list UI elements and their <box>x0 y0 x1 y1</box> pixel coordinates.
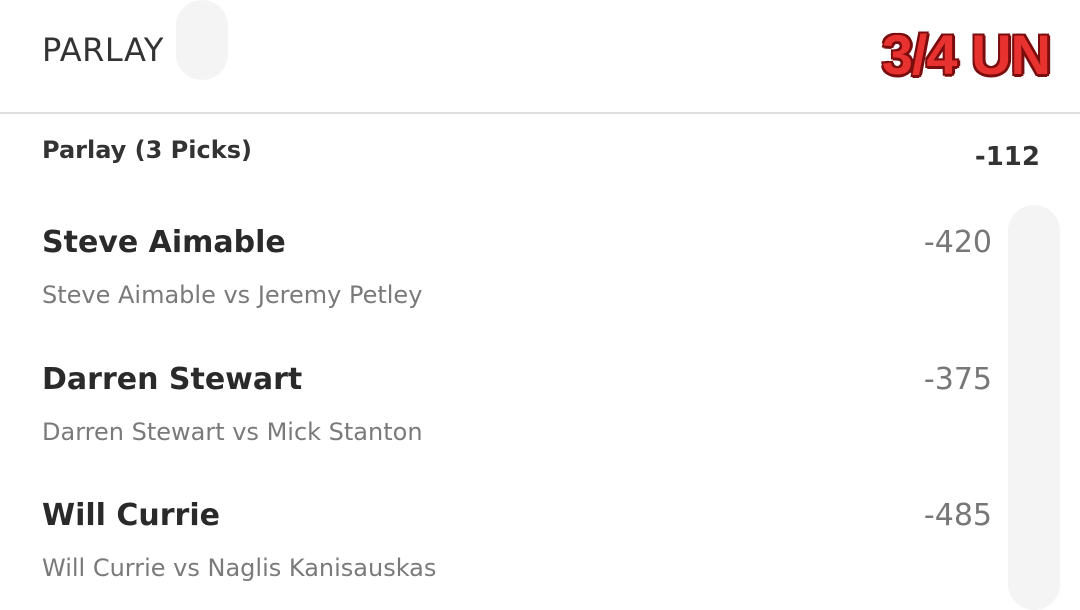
pick-item[interactable]: Steve Aimable -420 Steve Aimable vs Jere… <box>0 225 1080 345</box>
pick-matchup: Will Currie vs Naglis Kanisauskas <box>42 554 437 582</box>
header: PARLAY 3/4 UN <box>0 0 1080 114</box>
pick-selection: Darren Stewart <box>42 362 303 397</box>
result-stamp: 3/4 UN <box>881 23 1051 86</box>
pick-odds: -485 <box>923 498 992 533</box>
pick-odds: -375 <box>923 362 992 397</box>
parlay-screen: PARLAY 3/4 UN Parlay (3 Picks) -112 Stev… <box>0 0 1080 610</box>
pick-item[interactable]: Darren Stewart -375 Darren Stewart vs Mi… <box>0 362 1080 482</box>
pick-selection: Will Currie <box>42 498 220 533</box>
pick-item[interactable]: Will Currie -485 Will Currie vs Naglis K… <box>0 498 1080 610</box>
pick-matchup: Darren Stewart vs Mick Stanton <box>42 418 423 446</box>
page-title: PARLAY <box>42 31 164 69</box>
pick-matchup: Steve Aimable vs Jeremy Petley <box>42 281 423 309</box>
parlay-total-odds: -112 <box>974 142 1040 172</box>
parlay-summary-label: Parlay (3 Picks) <box>42 136 252 164</box>
pick-selection: Steve Aimable <box>42 225 286 260</box>
pick-odds: -420 <box>923 225 992 260</box>
